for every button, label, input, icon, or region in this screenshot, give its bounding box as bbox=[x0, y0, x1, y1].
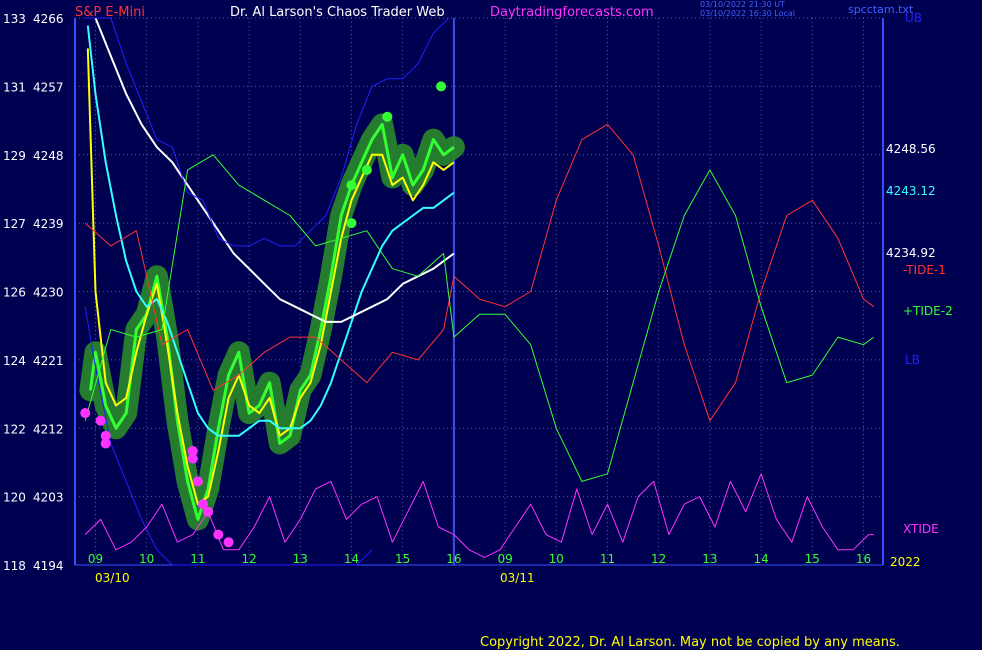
y-tick-label-a: 120 bbox=[3, 491, 26, 505]
x-tick-label: 14 bbox=[753, 552, 768, 566]
trough-marker bbox=[100, 438, 111, 449]
y-tick-label-a: 129 bbox=[3, 149, 26, 163]
x-tick-label: 10 bbox=[549, 552, 564, 566]
trough-marker bbox=[95, 415, 106, 426]
file-label: spcctam.txt bbox=[848, 3, 914, 16]
y-tick-label-b: 4212 bbox=[33, 422, 64, 436]
x-tick-label: 13 bbox=[702, 552, 717, 566]
x-tick-label: 16 bbox=[446, 552, 461, 566]
tide1-series-line bbox=[84, 123, 874, 422]
lb-label: LB bbox=[905, 353, 920, 367]
tide1-label: -TIDE-1 bbox=[903, 263, 946, 277]
peak-marker bbox=[346, 180, 357, 191]
date-label: 03/10 bbox=[95, 571, 130, 585]
x-tick-label: 15 bbox=[805, 552, 820, 566]
trough-marker bbox=[187, 453, 198, 464]
y-tick-label-b: 4230 bbox=[33, 286, 64, 300]
y-tick-label-b: 4239 bbox=[33, 217, 64, 231]
timestamp-ut: 03/10/2022 21:30 UT bbox=[700, 0, 785, 9]
x-tick-label: 16 bbox=[856, 552, 871, 566]
year-label: 2022 bbox=[890, 555, 921, 569]
trough-marker bbox=[192, 476, 203, 487]
price-label-3: 4234.92 bbox=[886, 246, 936, 260]
chaos-trader-chart: 133 4266 131 4257 129 4248 127 4239 126 4230 124 42… bbox=[3, 11, 953, 585]
y-tick-label-a: 131 bbox=[3, 80, 26, 94]
y-tick-label-b: 4221 bbox=[33, 354, 64, 368]
trough-marker bbox=[80, 408, 91, 419]
y-tick-label-b: 4203 bbox=[33, 491, 64, 505]
x-tick-label: 09 bbox=[88, 552, 103, 566]
x-tick-label: 09 bbox=[497, 552, 512, 566]
tide2-label: +TIDE-2 bbox=[903, 304, 953, 318]
peak-marker bbox=[382, 111, 393, 122]
date-label: 03/11 bbox=[500, 571, 535, 585]
timestamp-local: 03/10/2022 16:30 Local bbox=[700, 9, 795, 18]
x-tick-label: 12 bbox=[651, 552, 666, 566]
peak-marker bbox=[436, 81, 447, 92]
y-tick-label-a: 124 bbox=[3, 354, 26, 368]
price-label-2: 4243.12 bbox=[886, 184, 936, 198]
xtide-label: XTIDE bbox=[903, 522, 939, 536]
peak-marker bbox=[346, 218, 357, 229]
x-tick-label: 12 bbox=[241, 552, 256, 566]
y-tick-label-a: 126 bbox=[3, 286, 26, 300]
y-tick-label-b: 4248 bbox=[33, 149, 64, 163]
site-label: Daytradingforecasts.com bbox=[490, 5, 654, 20]
trough-marker bbox=[203, 506, 214, 517]
trough-marker bbox=[223, 537, 234, 548]
y-tick-label-a: 118 bbox=[3, 559, 26, 573]
x-tick-label: 10 bbox=[139, 552, 154, 566]
y-tick-label-b: 4257 bbox=[33, 80, 64, 94]
copyright-notice: Copyright 2022, Dr. Al Larson. May not b… bbox=[480, 635, 900, 650]
y-tick-label-b: 4266 bbox=[33, 12, 64, 26]
tide2-series-line bbox=[84, 154, 874, 482]
x-tick-label: 11 bbox=[190, 552, 205, 566]
x-tick-label: 14 bbox=[344, 552, 359, 566]
x-tick-label: 15 bbox=[395, 552, 410, 566]
y-tick-label-a: 133 bbox=[3, 12, 26, 26]
y-tick-label-a: 127 bbox=[3, 217, 26, 231]
x-tick-label: 13 bbox=[293, 552, 308, 566]
chart-title: Dr. Al Larson's Chaos Trader Web bbox=[230, 5, 445, 20]
peak-marker bbox=[361, 164, 372, 175]
x-tick-label: 11 bbox=[600, 552, 615, 566]
y-tick-label-b: 4194 bbox=[33, 559, 64, 573]
price-label-1: 4248.56 bbox=[886, 142, 936, 156]
trough-marker bbox=[213, 529, 224, 540]
y-tick-label-a: 122 bbox=[3, 422, 26, 436]
symbol-label: S&P E-Mini bbox=[75, 5, 145, 20]
